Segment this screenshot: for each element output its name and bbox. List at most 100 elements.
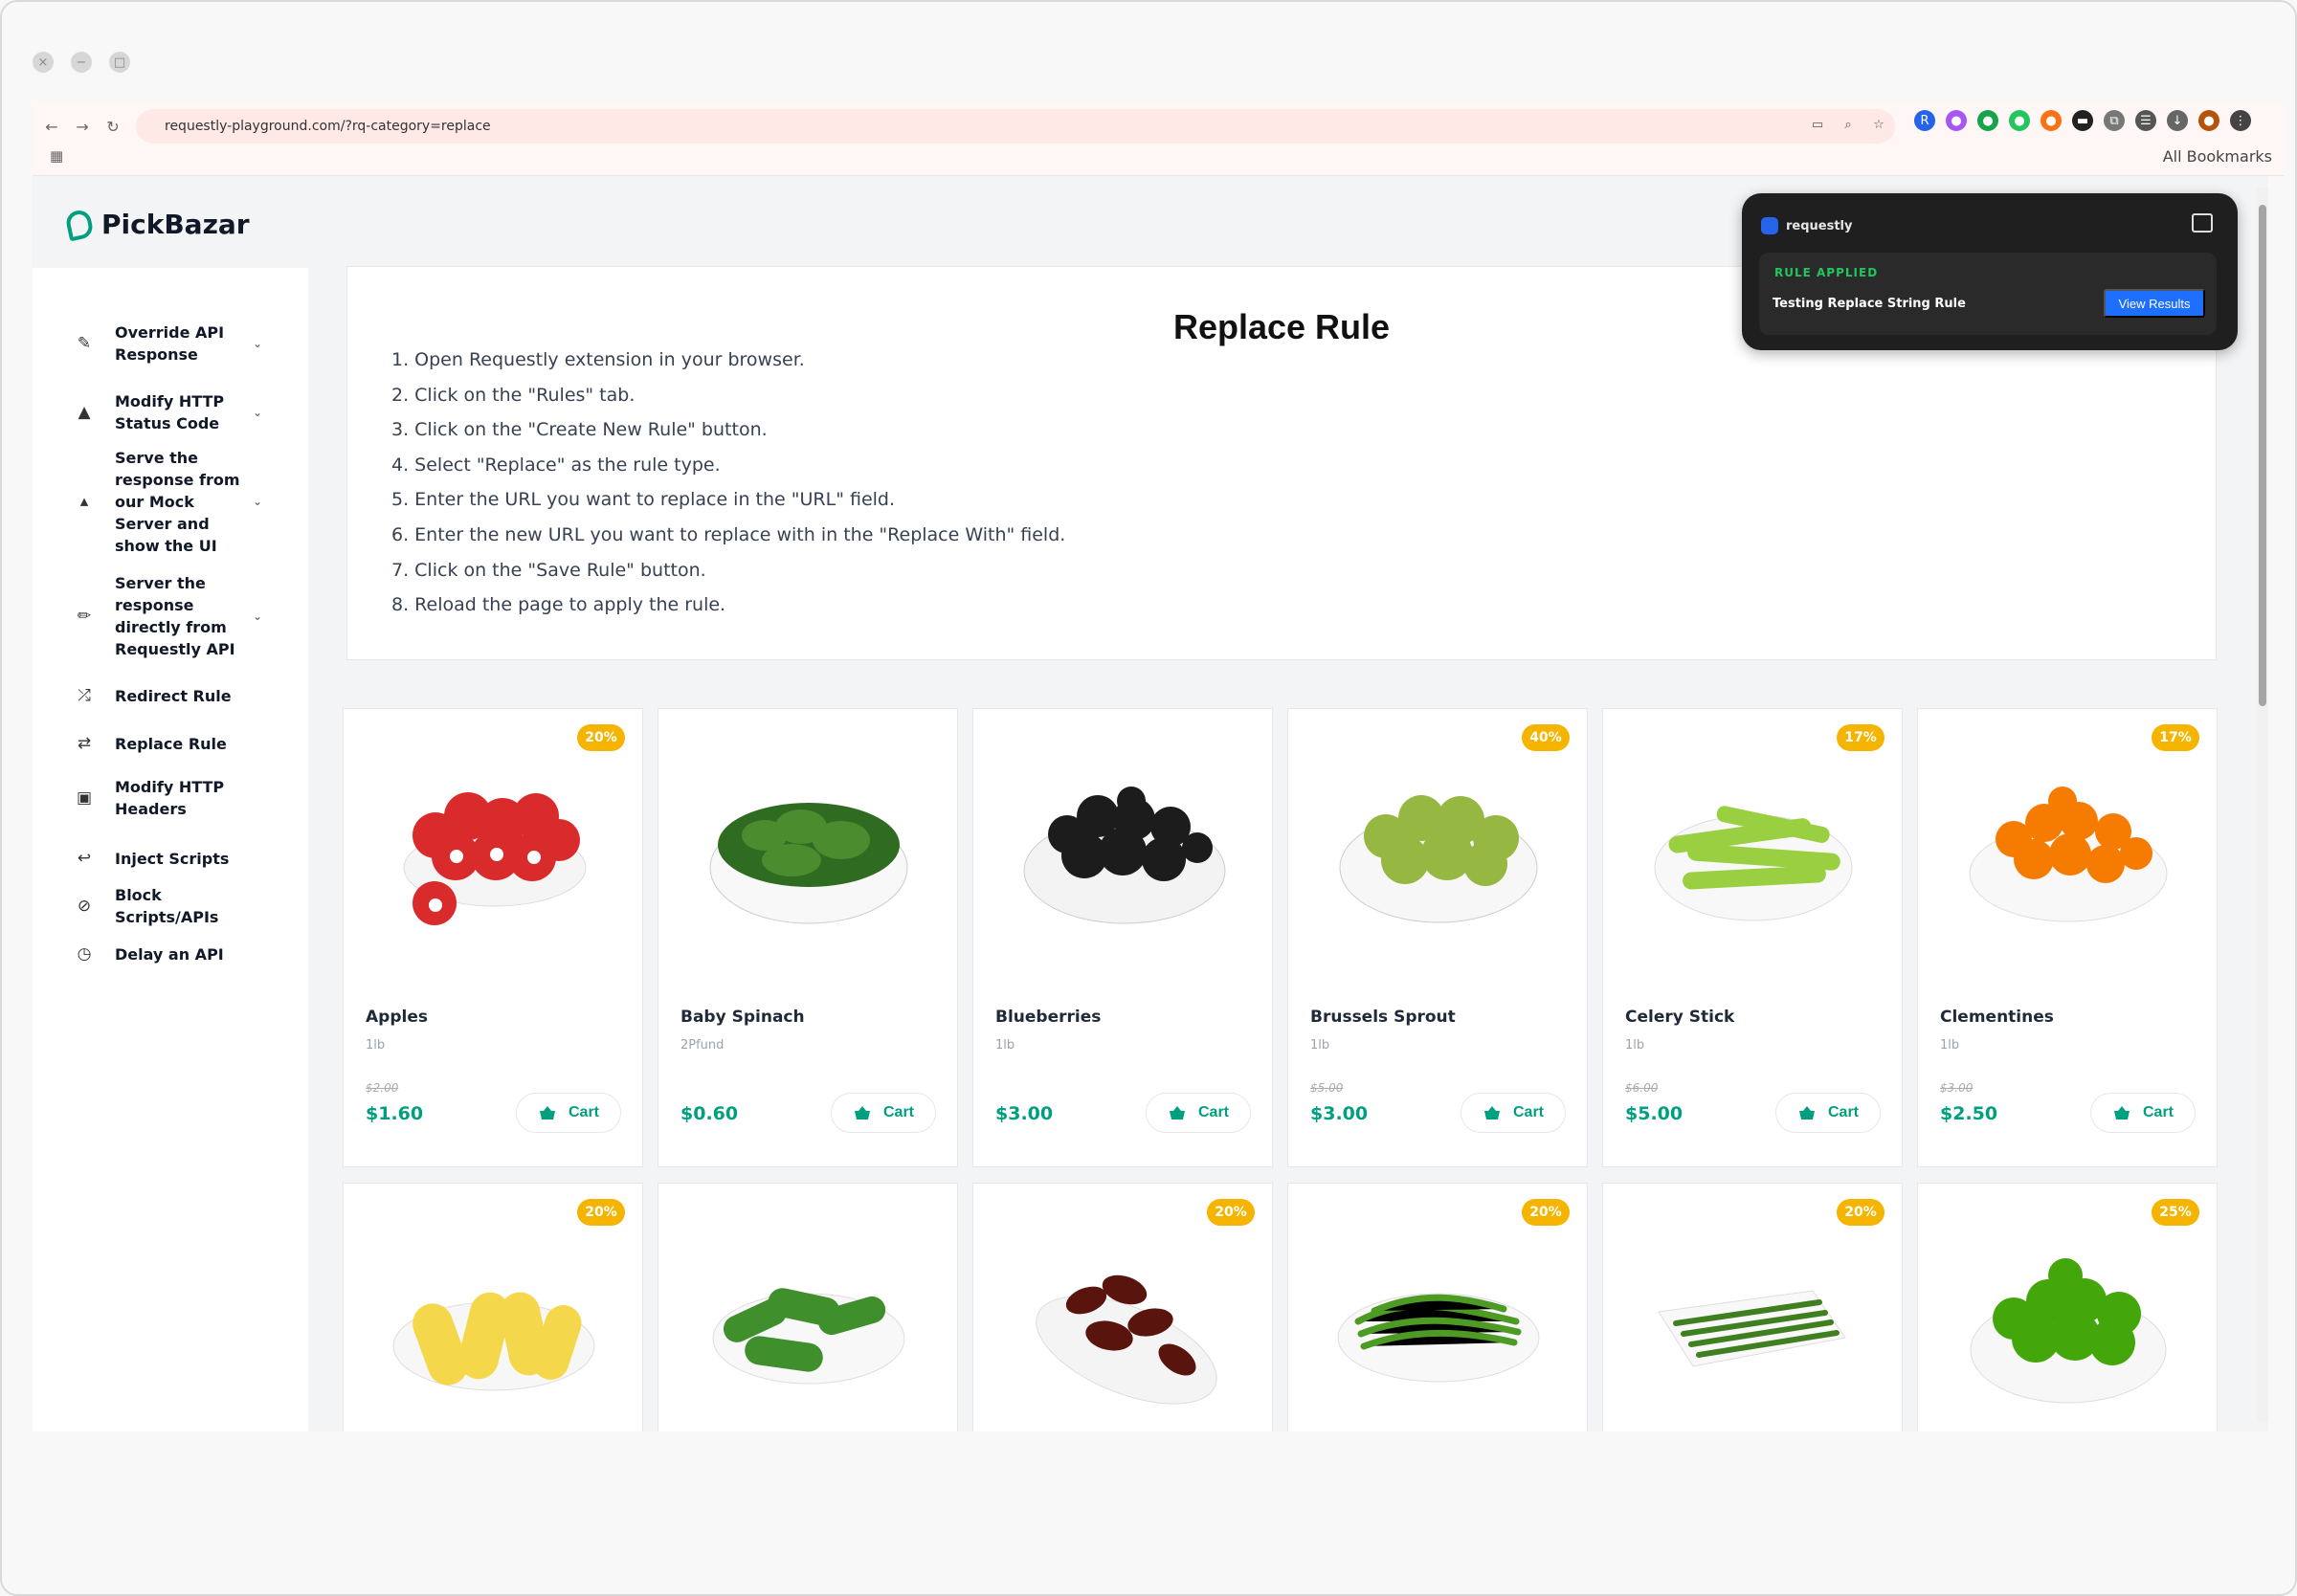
add-to-cart-button[interactable]: Cart: [2090, 1093, 2196, 1133]
extension-icon[interactable]: ▬: [2072, 110, 2093, 131]
extension-icon[interactable]: ●: [2009, 110, 2030, 131]
discount-badge: 20%: [577, 724, 625, 751]
view-results-button[interactable]: View Results: [2104, 289, 2205, 318]
product-card-limes[interactable]: 25%: [1917, 1183, 2218, 1431]
product-name[interactable]: Celery Stick: [1625, 1008, 1734, 1027]
sidebar-item-delay-an-api[interactable]: ◷ Delay an API: [73, 938, 270, 970]
product-name[interactable]: Baby Spinach: [680, 1008, 805, 1027]
product-card-green-beans[interactable]: 20%: [1287, 1183, 1588, 1431]
original-price: $2.00: [366, 1081, 399, 1095]
sidebar-item-mock-server[interactable]: ▴ Serve the response from our Mock Serve…: [73, 449, 270, 555]
sidebar-item-block-scripts-apis[interactable]: ⊘ Block Scripts/APIs: [73, 886, 270, 926]
product-unit: 1lb: [1625, 1038, 1645, 1053]
extension-icon[interactable]: ●: [2041, 110, 2062, 131]
reading-list-icon[interactable]: ☰: [2135, 110, 2156, 131]
product-unit: 1lb: [1310, 1038, 1330, 1053]
add-to-cart-button[interactable]: Cart: [1461, 1093, 1566, 1133]
product-card-long-beans[interactable]: 20%: [1602, 1183, 1903, 1431]
original-price: $6.00: [1625, 1081, 1659, 1095]
corn-image: [392, 1292, 595, 1391]
forward-icon[interactable]: →: [69, 113, 96, 140]
address-bar[interactable]: requestly-playground.com/?rq-category=re…: [136, 109, 1895, 144]
instruction-list: 1. Open Requestly extension in your brow…: [391, 349, 1065, 630]
discount-badge: 20%: [1837, 1199, 1884, 1226]
cart-label: Cart: [1512, 1104, 1544, 1120]
product-name[interactable]: Blueberries: [995, 1008, 1101, 1027]
back-icon[interactable]: ←: [38, 113, 65, 140]
product-name[interactable]: Apples: [366, 1008, 428, 1027]
add-to-cart-button[interactable]: Cart: [831, 1093, 936, 1133]
download-icon[interactable]: ↓: [2167, 110, 2188, 131]
product-card-brussels-sprout[interactable]: 40% Brussels Sprout 1lb $5.00 $3.00 Cart: [1287, 708, 1588, 1167]
requestly-brand-name: requestly: [1786, 218, 1853, 233]
url-text[interactable]: requestly-playground.com/?rq-category=re…: [165, 119, 491, 134]
minimize-window-button[interactable]: −: [71, 52, 92, 73]
sidebar-item-requestly-api[interactable]: ✏ Server the response directly from Requ…: [73, 572, 270, 660]
maximize-window-button[interactable]: □: [109, 52, 130, 73]
shuffle-icon: ⤮: [78, 686, 91, 705]
close-window-button[interactable]: ×: [33, 52, 54, 73]
sidebar-item-inject-scripts[interactable]: ↩ Inject Scripts: [73, 842, 270, 875]
browser-window: × − □ ← → ↻ requestly-playground.com/?rq…: [0, 0, 2297, 1596]
product-unit: 1lb: [366, 1038, 386, 1053]
product-card-apples[interactable]: 20% Apples 1lb $2.00 $1.60 Cart: [343, 708, 643, 1167]
requestly-extension-icon[interactable]: R: [1914, 110, 1935, 131]
product-card-dates[interactable]: 20%: [972, 1183, 1273, 1431]
sidebar-item-label: Override API Response: [115, 323, 225, 364]
add-to-cart-button[interactable]: Cart: [516, 1093, 621, 1133]
page-scrollbar[interactable]: [2257, 188, 2268, 1422]
add-to-cart-button[interactable]: Cart: [1146, 1093, 1251, 1133]
product-name[interactable]: Brussels Sprout: [1310, 1008, 1456, 1027]
sale-price: $3.00: [995, 1103, 1054, 1124]
sidebar-item-redirect-rule[interactable]: ⤮ Redirect Rule: [73, 679, 270, 712]
product-card-corn[interactable]: 20%: [343, 1183, 643, 1431]
chevron-down-icon[interactable]: ⌄: [253, 610, 262, 623]
address-bar-actions: ▭ ⌕ ☆: [1809, 116, 1887, 133]
add-to-cart-button[interactable]: Cart: [1775, 1093, 1881, 1133]
discount-badge: 25%: [2152, 1199, 2199, 1226]
product-name[interactable]: Clementines: [1940, 1008, 2054, 1027]
brand-logo[interactable]: PickBazar: [64, 208, 250, 241]
swap-icon: ⇄: [77, 734, 92, 753]
cart-label: Cart: [568, 1104, 599, 1120]
sale-price: $1.60: [366, 1103, 424, 1124]
sidebar-item-label: Modify HTTP Headers: [115, 778, 225, 818]
scrollbar-thumb[interactable]: [2259, 205, 2266, 706]
profile-avatar[interactable]: ●: [2198, 110, 2219, 131]
extension-icon[interactable]: ●: [1977, 110, 1998, 131]
sidebar-item-modify-http-headers[interactable]: ▣ Modify HTTP Headers: [73, 775, 270, 821]
product-unit: 2Pfund: [680, 1038, 725, 1053]
reload-icon[interactable]: ↻: [100, 113, 126, 140]
dates-image: [1036, 1275, 1217, 1405]
blackberries-image: [1023, 787, 1226, 924]
instruction-step: 6. Enter the new URL you want to replace…: [391, 523, 1066, 545]
title-bar: × − □: [2, 2, 2295, 101]
product-card-baby-spinach[interactable]: Baby Spinach 2Pfund $0.60 Cart: [658, 708, 958, 1167]
extension-icon[interactable]: ●: [1946, 110, 1967, 131]
instruction-step: 5. Enter the URL you want to replace in …: [391, 489, 896, 511]
discount-badge: 20%: [577, 1199, 625, 1226]
product-card-clementines[interactable]: 17% Clementines 1lb $3.00 $2.50 Cart: [1917, 708, 2218, 1167]
long-beans-image: [1658, 1290, 1846, 1367]
all-bookmarks-link[interactable]: All Bookmarks: [2163, 147, 2272, 166]
chevron-down-icon[interactable]: ⌄: [253, 495, 262, 508]
star-icon[interactable]: ☆: [1870, 116, 1887, 133]
product-card-celery-stick[interactable]: 17% Celery Stick 1lb $6.00 $5.00 Cart: [1602, 708, 1903, 1167]
product-card-cucumbers[interactable]: [658, 1183, 958, 1431]
sidebar: ✎ Override API Response ⌄ ▲ Modify HTTP …: [33, 268, 308, 1431]
sidebar-item-replace-rule[interactable]: ⇄ Replace Rule: [73, 727, 270, 760]
sidebar-item-label: Block Scripts/APIs: [115, 886, 219, 926]
product-card-blueberries[interactable]: Blueberries 1lb $3.00 Cart: [972, 708, 1273, 1167]
chevron-down-icon[interactable]: ⌄: [253, 406, 262, 419]
zoom-icon[interactable]: ⌕: [1840, 116, 1857, 133]
instruction-step: 8. Reload the page to apply the rule.: [391, 594, 726, 616]
sidebar-item-override-api-response[interactable]: ✎ Override API Response ⌄: [73, 321, 270, 366]
extensions-puzzle-icon[interactable]: ⧉: [2104, 110, 2125, 131]
cast-icon[interactable]: ▭: [1809, 116, 1826, 133]
apps-grid-icon[interactable]: ▦: [50, 147, 65, 165]
menu-dots-icon[interactable]: ⋮: [2230, 110, 2251, 131]
chevron-down-icon[interactable]: ⌄: [253, 337, 262, 350]
popup-close-icon[interactable]: [2192, 213, 2213, 233]
sidebar-item-modify-http-status-code[interactable]: ▲ Modify HTTP Status Code ⌄: [73, 390, 270, 434]
basket-icon: [2113, 1106, 2130, 1119]
